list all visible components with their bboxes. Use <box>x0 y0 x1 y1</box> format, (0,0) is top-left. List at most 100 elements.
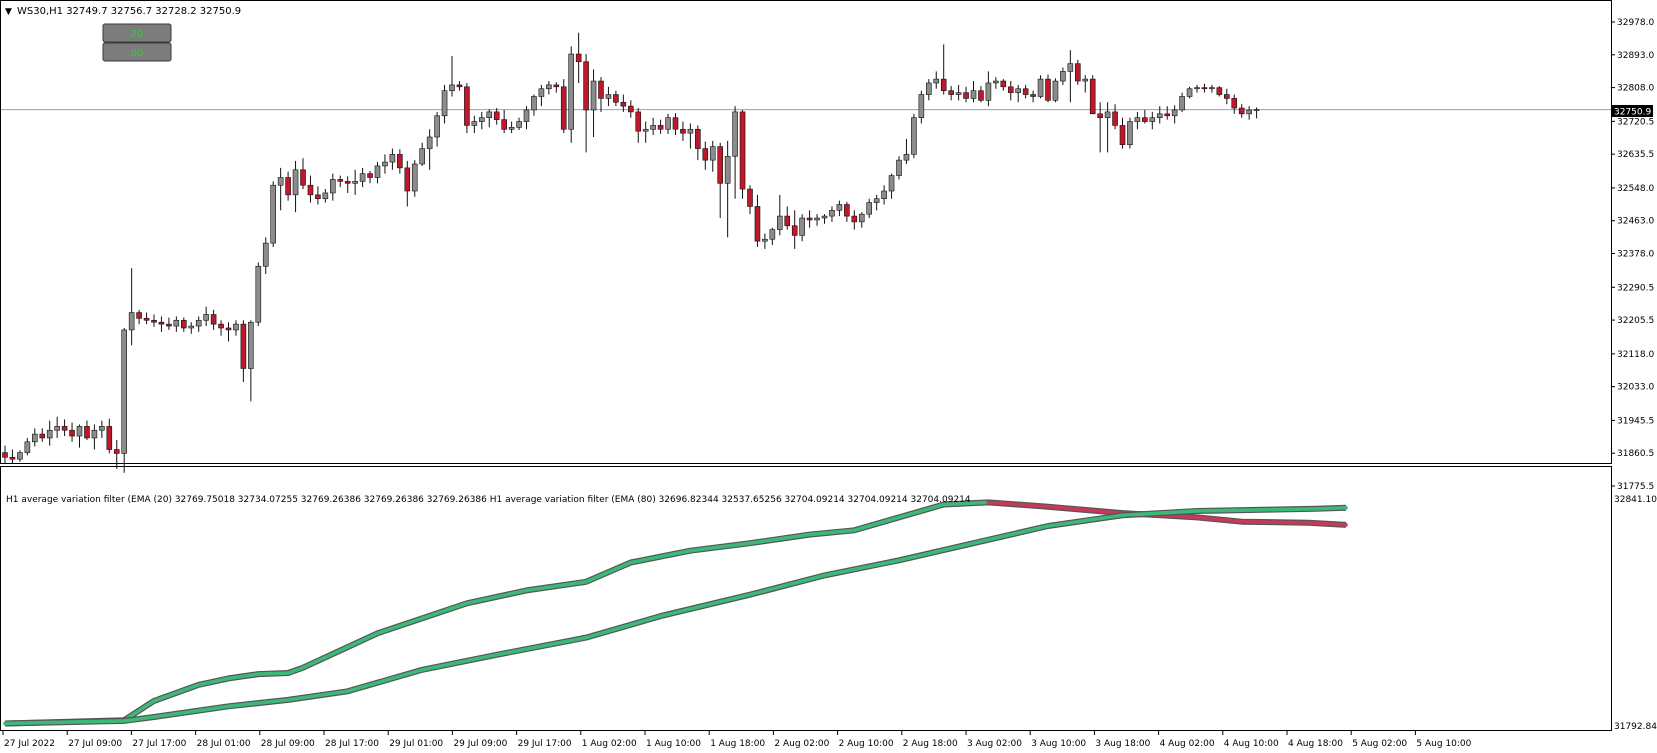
price-scale-label: 31775.5 <box>1617 482 1654 492</box>
candle-bear <box>456 84 463 88</box>
candle-bear <box>151 319 157 323</box>
candle-bull <box>911 117 917 155</box>
indicator-scale-bottom: 31792.844 <box>1614 722 1657 732</box>
candle-bear <box>1224 94 1230 99</box>
candle-bull <box>665 117 671 130</box>
button-20-label: 20 <box>131 29 144 40</box>
time-axis-label: 5 Aug 10:00 <box>1416 739 1471 749</box>
candle-bull <box>188 325 195 329</box>
candle-bull <box>814 217 820 221</box>
candle-bull <box>970 90 977 99</box>
candle-bull <box>531 96 537 111</box>
time-axis-label: 29 Jul 17:00 <box>518 739 572 749</box>
current-price-tag: 32750.9 <box>1612 105 1653 118</box>
candle-bear <box>672 117 679 130</box>
candle-bull <box>650 125 656 130</box>
candle-bear <box>225 327 232 331</box>
trading-chart[interactable]: ▼ WS30,H1 32749.7 32756.7 32728.2 32750.… <box>0 0 1657 753</box>
price-scale-label: 32118.0 <box>1617 350 1654 360</box>
candle-bull <box>270 184 277 244</box>
candle-bull <box>1156 113 1163 118</box>
candle-bear <box>1022 88 1029 95</box>
price-scale-label: 31860.5 <box>1617 449 1654 459</box>
candle-bull <box>918 94 925 118</box>
candle-bear <box>1216 87 1223 95</box>
chart-title-arrow[interactable]: ▼ <box>5 7 12 17</box>
candle-bear <box>940 78 947 91</box>
candle-bull <box>866 202 873 215</box>
time-axis-label: 28 Jul 17:00 <box>325 739 379 749</box>
candle-bull <box>881 190 887 200</box>
candle-bull <box>1082 78 1089 82</box>
ema-20-segment <box>256 671 290 676</box>
candle-bull <box>1067 63 1074 72</box>
candle-bear <box>948 90 954 95</box>
candle-bull <box>478 117 485 122</box>
ema-80-segment <box>1254 507 1318 512</box>
candle-bear <box>1231 98 1238 109</box>
candle-bear <box>553 84 560 88</box>
candle-bull <box>538 88 545 97</box>
candle-bear <box>493 111 500 120</box>
button-80[interactable]: 80 <box>102 42 172 62</box>
candle-bear <box>69 429 75 437</box>
candle-bear <box>963 92 969 99</box>
indicator-frame <box>0 466 1612 731</box>
candle-bear <box>166 323 172 327</box>
candle-bear <box>181 319 187 329</box>
candle-bull <box>99 426 105 431</box>
candle-bull <box>382 161 388 167</box>
candle-bull <box>1186 88 1193 97</box>
candle-bull <box>352 181 358 184</box>
chart-title: WS30,H1 32749.7 32756.7 32728.2 32750.9 <box>17 6 241 17</box>
candle-bull <box>642 128 649 132</box>
time-axis[interactable]: 27 Jul 2022 27 Jul 09:00 27 Jul 17:00 28 Ju… <box>2 731 1472 749</box>
candle-bear <box>657 125 664 130</box>
candle-bull <box>1015 88 1022 93</box>
candle-bull <box>322 192 329 200</box>
price-scale-label: 32378.0 <box>1617 250 1654 260</box>
candle-bear <box>106 426 113 450</box>
ema-80-segment <box>1195 508 1259 513</box>
candle-bear <box>61 426 68 431</box>
candle-bull <box>1127 121 1133 146</box>
price-scale-label: 32978.0 <box>1617 18 1654 28</box>
candle-bull <box>1209 87 1215 90</box>
time-axis-label: 29 Jul 01:00 <box>389 739 443 749</box>
candle-bull <box>128 312 135 331</box>
candle-bull <box>434 115 440 138</box>
price-scale-label: 31945.5 <box>1617 416 1654 426</box>
candle-bear <box>1097 113 1103 118</box>
candle-bull <box>46 429 53 439</box>
candle-bull <box>687 128 694 134</box>
candle-bear <box>680 128 686 134</box>
candle-bull <box>1104 111 1111 118</box>
button-80-label: 80 <box>131 48 144 59</box>
candle-bull <box>955 92 962 95</box>
time-axis-label: 1 Aug 10:00 <box>646 739 701 749</box>
candle-bear <box>367 173 373 178</box>
candle-bear <box>9 456 16 460</box>
price-scale-label: 32720.5 <box>1617 117 1654 127</box>
candle-bull <box>262 242 269 267</box>
button-20[interactable]: 20 <box>102 23 172 43</box>
candle-bull <box>993 80 999 84</box>
candle-bear <box>844 204 850 217</box>
time-axis-label: 4 Aug 10:00 <box>1224 739 1279 749</box>
price-scale-label: 32033.0 <box>1617 383 1654 393</box>
time-axis-label: 4 Aug 18:00 <box>1288 739 1343 749</box>
time-axis-label: 1 Aug 02:00 <box>582 739 637 749</box>
candle-bull <box>233 323 239 331</box>
candle-bull <box>1134 117 1141 122</box>
candle-bull <box>1179 96 1185 111</box>
candle-bull <box>255 265 262 323</box>
ema-20-segment <box>1306 520 1348 527</box>
candle-bull <box>888 175 895 192</box>
candle-bear <box>1238 107 1245 115</box>
candle-bull <box>359 173 366 182</box>
candle-bear <box>501 119 507 130</box>
price-scale[interactable]: 32978.0 32893.0 32808.0 32720.5 32635.5 32548… <box>1611 18 1654 492</box>
candle-bear <box>560 86 567 130</box>
candle-bear <box>754 206 761 242</box>
candle-bull <box>1052 80 1059 101</box>
